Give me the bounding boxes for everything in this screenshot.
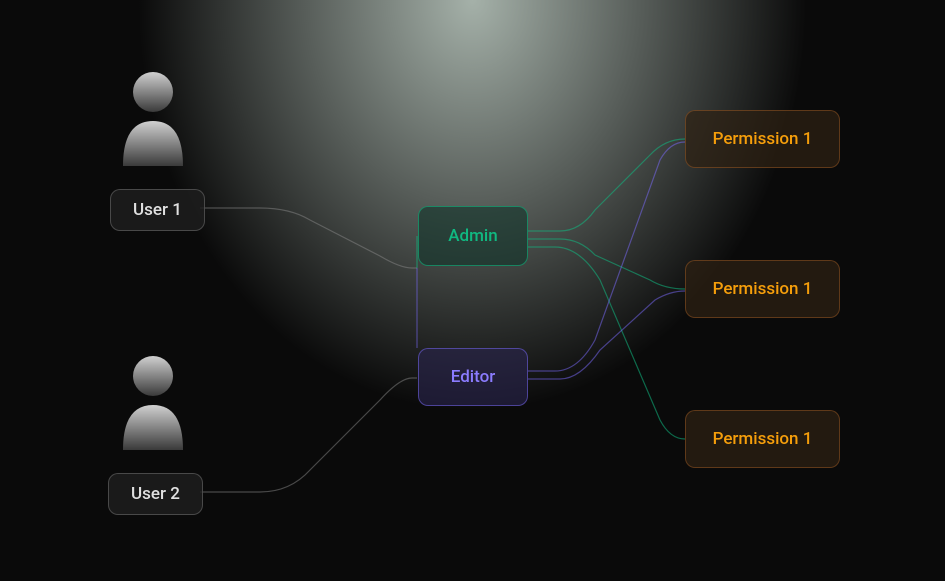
permission-node-1: Permission 1 <box>685 110 840 168</box>
user-label: User 2 <box>131 484 180 504</box>
user-icon <box>113 350 193 450</box>
permission-label: Permission 1 <box>713 129 813 149</box>
role-node-editor: Editor <box>418 348 528 406</box>
user-label: User 1 <box>133 200 182 220</box>
permission-node-2: Permission 1 <box>685 260 840 318</box>
permission-node-3: Permission 1 <box>685 410 840 468</box>
role-node-admin: Admin <box>418 206 528 266</box>
permission-label: Permission 1 <box>713 429 813 449</box>
user-node-2: User 2 <box>108 473 203 515</box>
role-label: Editor <box>451 367 495 387</box>
permission-label: Permission 1 <box>713 279 813 299</box>
diagram-canvas: User 1 User 2 Admin Editor Permission 1 … <box>0 0 945 581</box>
user-icon <box>113 66 193 166</box>
user-node-1: User 1 <box>110 189 205 231</box>
role-label: Admin <box>448 226 497 246</box>
